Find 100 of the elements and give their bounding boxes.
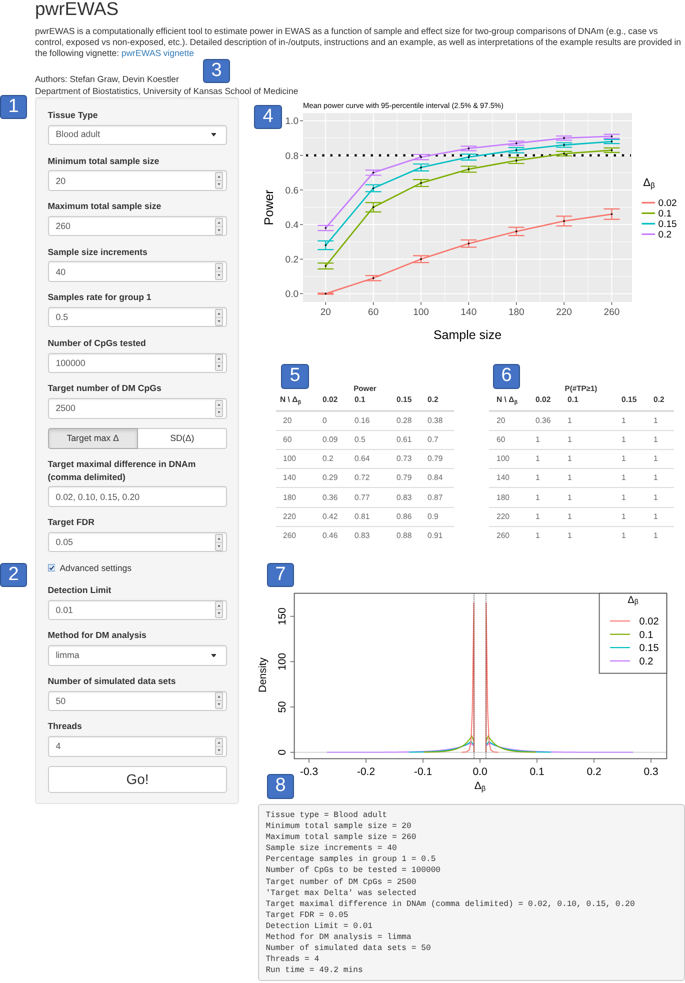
axis-tick-label: 0 bbox=[276, 748, 288, 755]
field-label: Method for DM analysis bbox=[48, 629, 148, 642]
caret-icon bbox=[210, 133, 216, 137]
axis-title: Sample size bbox=[433, 328, 502, 342]
text-input[interactable]: 0.02, 0.10, 0.15, 0.20 bbox=[48, 486, 228, 507]
legend-label: 0.15 bbox=[658, 219, 677, 230]
legend-label: 0.15 bbox=[639, 642, 659, 654]
legend-label: 0.1 bbox=[639, 629, 654, 640]
callout-badge: 4 bbox=[254, 105, 282, 129]
axis-tick-label: -0.1 bbox=[414, 765, 432, 778]
spinner-icon[interactable] bbox=[214, 601, 223, 618]
axis-tick-label: 260 bbox=[604, 307, 620, 318]
go-button[interactable]: Go! bbox=[48, 766, 228, 792]
axis-tick-label: 50 bbox=[276, 700, 288, 712]
number-input[interactable]: 0.05 bbox=[48, 532, 228, 552]
number-input[interactable]: 260 bbox=[48, 216, 228, 236]
axis-tick-label: 0.2 bbox=[285, 254, 298, 266]
log-line: Sample size increments = 40 bbox=[266, 843, 398, 854]
data-point bbox=[515, 142, 518, 144]
toggle-button[interactable]: Target max Δ bbox=[48, 428, 138, 449]
spinner-icon[interactable] bbox=[214, 534, 223, 551]
error-bar bbox=[365, 184, 382, 192]
callout-badge: 5 bbox=[281, 364, 309, 389]
axis-tick-label: 0.0 bbox=[285, 289, 298, 300]
error-bar bbox=[413, 163, 429, 172]
number-input[interactable]: 0.5 bbox=[48, 306, 228, 328]
log-line: Maximum total sample size = 260 bbox=[266, 832, 418, 844]
authors-text: Authors: Stefan Graw, Devin Koestler bbox=[35, 73, 179, 85]
field-label: Maximum total sample size bbox=[48, 200, 162, 214]
dropdown[interactable]: Blood adult bbox=[48, 124, 228, 146]
callout-badge: 6 bbox=[493, 364, 520, 389]
spinner-icon[interactable] bbox=[214, 263, 223, 280]
error-bar bbox=[365, 170, 382, 176]
spinner-icon[interactable] bbox=[214, 218, 223, 235]
axis-tick-label: 20 bbox=[320, 307, 331, 318]
log-line: Detection Limit = 0.01 bbox=[266, 920, 374, 932]
number-input[interactable]: 100000 bbox=[48, 352, 228, 374]
error-bar bbox=[460, 146, 477, 152]
dropdown[interactable]: limma bbox=[48, 645, 228, 666]
number-input[interactable]: 0.01 bbox=[48, 600, 228, 620]
vignette-link[interactable]: pwrEWAS vignette bbox=[121, 48, 194, 58]
number-input[interactable]: 4 bbox=[48, 736, 228, 757]
error-bar bbox=[413, 154, 429, 160]
field-label: Samples rate for group 1 bbox=[48, 291, 152, 304]
checkbox[interactable] bbox=[48, 564, 56, 572]
callout-badge: 3 bbox=[203, 59, 230, 83]
log-line: Minimum total sample size = 20 bbox=[266, 821, 412, 832]
field-label: Target FDR bbox=[48, 516, 96, 530]
error-bar bbox=[318, 224, 334, 232]
field-label: Minimum total sample size bbox=[48, 154, 160, 168]
callout-badge: 2 bbox=[0, 563, 27, 587]
number-input[interactable]: 50 bbox=[48, 690, 228, 712]
number-input[interactable]: 40 bbox=[48, 261, 228, 282]
spinner-icon[interactable] bbox=[214, 692, 223, 710]
axis-tick-label: 0.4 bbox=[285, 220, 298, 231]
error-bar bbox=[604, 208, 620, 220]
data-point bbox=[372, 277, 374, 280]
field-label: Number of CpGs tested bbox=[48, 336, 147, 350]
error-bar bbox=[604, 147, 620, 153]
log-line: Percentage samples in group 1 = 0.5 bbox=[266, 854, 437, 866]
log-line: Method for DM analysis = limma bbox=[266, 932, 412, 944]
spinner-icon[interactable] bbox=[214, 400, 223, 417]
number-input[interactable]: 2500 bbox=[48, 398, 228, 419]
legend-label: 0.02 bbox=[658, 198, 677, 209]
axis-tick-label: 1.0 bbox=[285, 116, 298, 128]
field-label: Number of simulated data sets bbox=[48, 674, 177, 688]
log-line: 'Target max Delta' was selected bbox=[266, 888, 418, 899]
app-title: pwrEWAS bbox=[35, 0, 120, 18]
spinner-icon[interactable] bbox=[214, 308, 223, 326]
field-label: Detection Limit bbox=[48, 584, 112, 597]
log-line: Number of simulated data sets = 50 bbox=[266, 943, 432, 954]
error-bar bbox=[556, 216, 572, 226]
axis-tick-label: 0.8 bbox=[285, 150, 298, 162]
data-point bbox=[515, 149, 518, 152]
data-point bbox=[610, 149, 613, 152]
data-point bbox=[610, 135, 613, 138]
callout-badge: 8 bbox=[267, 774, 294, 799]
toggle-button[interactable]: SD(Δ) bbox=[138, 428, 228, 449]
legend-label: 0.2 bbox=[658, 230, 672, 240]
number-input[interactable]: 20 bbox=[48, 170, 228, 191]
field-label: Tissue Type bbox=[48, 109, 99, 122]
error-bar bbox=[508, 157, 524, 164]
legend-label: 0.1 bbox=[658, 208, 672, 220]
axis-tick-label: 100 bbox=[413, 307, 429, 318]
axis-title: Density bbox=[257, 657, 270, 692]
data-point bbox=[372, 206, 374, 208]
log-line: Target FDR = 0.05 bbox=[266, 910, 350, 921]
spinner-icon[interactable] bbox=[214, 738, 223, 755]
log-line: Target maximal difference in DNAm (comma delimited) = 0.02, 0.10, 0.15, 0.20 bbox=[266, 898, 636, 910]
log-line: Threads = 4 bbox=[266, 954, 320, 966]
spinner-icon[interactable] bbox=[214, 354, 223, 372]
checkbox-label: Advanced settings bbox=[60, 562, 132, 574]
axis-tick-label: 60 bbox=[368, 307, 379, 318]
affiliation-text: Department of Biostatistics, University of Kansas School of Medicine bbox=[35, 85, 298, 97]
log-line: Target number of DM CpGs = 2500 bbox=[266, 876, 418, 888]
field-label: Threads bbox=[48, 720, 83, 734]
error-bar bbox=[365, 202, 382, 212]
spinner-icon[interactable] bbox=[214, 172, 223, 190]
error-bar bbox=[460, 154, 477, 161]
legend-label: 0.2 bbox=[639, 656, 654, 667]
